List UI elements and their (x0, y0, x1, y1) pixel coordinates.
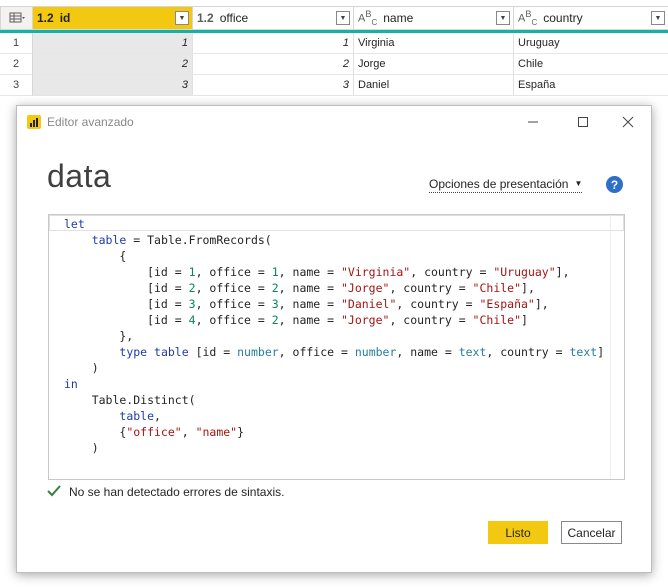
text-type-icon[interactable]: ABC (518, 9, 537, 27)
column-header-office[interactable]: 1.2 office ▼ (193, 6, 354, 30)
code-editor[interactable]: let table = Table.FromRecords( { [id = 1… (48, 214, 625, 480)
code-line[interactable]: type table [id = number, office = number… (64, 344, 604, 360)
cell-office[interactable]: 2 (193, 54, 354, 75)
code-line[interactable]: table, (64, 408, 604, 424)
row-number[interactable]: 3 (0, 75, 33, 96)
code-line[interactable]: { (64, 248, 604, 264)
code-line[interactable]: [id = 3, office = 3, name = "Daniel", co… (64, 296, 604, 312)
decimal-type-icon[interactable]: 1.2 (197, 11, 214, 25)
row-number[interactable]: 2 (0, 54, 33, 75)
code-line[interactable]: let (64, 216, 604, 232)
minimize-icon[interactable] (519, 110, 547, 134)
table-menu-icon[interactable] (0, 6, 33, 30)
filter-dropdown-icon[interactable]: ▼ (175, 11, 189, 25)
code-line[interactable]: Table.Distinct( (64, 392, 604, 408)
code-line[interactable]: {"office", "name"} (64, 424, 604, 440)
advanced-editor-dialog: Editor avanzado data Opciones de present… (16, 105, 652, 573)
cell-country[interactable]: Uruguay (514, 33, 668, 54)
filter-dropdown-icon[interactable]: ▼ (336, 11, 350, 25)
cell-office[interactable]: 1 (193, 33, 354, 54)
close-icon[interactable] (614, 110, 642, 134)
column-header-name[interactable]: ABC name ▼ (354, 6, 514, 30)
cell-name[interactable]: Jorge (354, 54, 514, 75)
cell-id[interactable]: 1 (33, 33, 193, 54)
cell-id[interactable]: 2 (33, 54, 193, 75)
cell-country[interactable]: Chile (514, 54, 668, 75)
code-line[interactable]: [id = 1, office = 1, name = "Virginia", … (64, 264, 604, 280)
powerbi-logo-icon (27, 115, 41, 129)
done-button[interactable]: Listo (488, 521, 548, 544)
code-text[interactable]: let table = Table.FromRecords( { [id = 1… (64, 216, 604, 456)
maximize-icon[interactable] (569, 110, 597, 134)
code-line[interactable]: table = Table.FromRecords( (64, 232, 604, 248)
query-name-heading: data (47, 158, 112, 194)
syntax-status: No se han detectado errores de sintaxis. (47, 484, 284, 500)
syntax-status-text: No se han detectado errores de sintaxis. (69, 485, 285, 499)
column-header-id[interactable]: 1.2 id ▼ (33, 6, 193, 30)
cell-name[interactable]: Daniel (354, 75, 514, 96)
table-row[interactable]: 1 1 1 Virginia Uruguay (0, 33, 668, 54)
chevron-down-icon: ▼ (574, 179, 583, 188)
code-line[interactable]: }, (64, 328, 604, 344)
dialog-title: Editor avanzado (47, 115, 134, 129)
table-row[interactable]: 2 2 2 Jorge Chile (0, 54, 668, 75)
column-name: country (543, 11, 583, 25)
code-line[interactable]: ) (64, 440, 604, 456)
text-type-icon[interactable]: ABC (358, 9, 377, 27)
cell-country[interactable]: España (514, 75, 668, 96)
cell-name[interactable]: Virginia (354, 33, 514, 54)
editor-scrollbar[interactable] (610, 215, 624, 479)
display-options-label: Opciones de presentación (429, 177, 569, 191)
checkmark-icon (47, 484, 61, 500)
filter-dropdown-icon[interactable]: ▼ (651, 11, 665, 25)
display-options-dropdown[interactable]: Opciones de presentación ▼ (429, 177, 583, 193)
column-header-country[interactable]: ABC country ▼ (514, 6, 668, 30)
grid-header: 1.2 id ▼ 1.2 office ▼ ABC name ▼ ABC cou… (0, 6, 668, 33)
code-line[interactable]: [id = 2, office = 2, name = "Jorge", cou… (64, 280, 604, 296)
filter-dropdown-icon[interactable]: ▼ (496, 11, 510, 25)
title-bar[interactable]: Editor avanzado (17, 106, 651, 138)
cancel-button[interactable]: Cancelar (561, 521, 622, 544)
decimal-type-icon[interactable]: 1.2 (37, 11, 54, 25)
code-line[interactable]: in (64, 376, 604, 392)
help-icon[interactable]: ? (606, 176, 623, 193)
table-row[interactable]: 3 3 3 Daniel España (0, 75, 668, 96)
column-name: office (219, 11, 249, 25)
cell-id[interactable]: 3 (33, 75, 193, 96)
data-grid: 1.2 id ▼ 1.2 office ▼ ABC name ▼ ABC cou… (0, 0, 668, 96)
column-name: id (59, 11, 71, 25)
code-line[interactable]: ) (64, 360, 604, 376)
cell-office[interactable]: 3 (193, 75, 354, 96)
code-line[interactable]: [id = 4, office = 2, name = "Jorge", cou… (64, 312, 604, 328)
column-name: name (383, 11, 414, 25)
row-number[interactable]: 1 (0, 33, 33, 54)
